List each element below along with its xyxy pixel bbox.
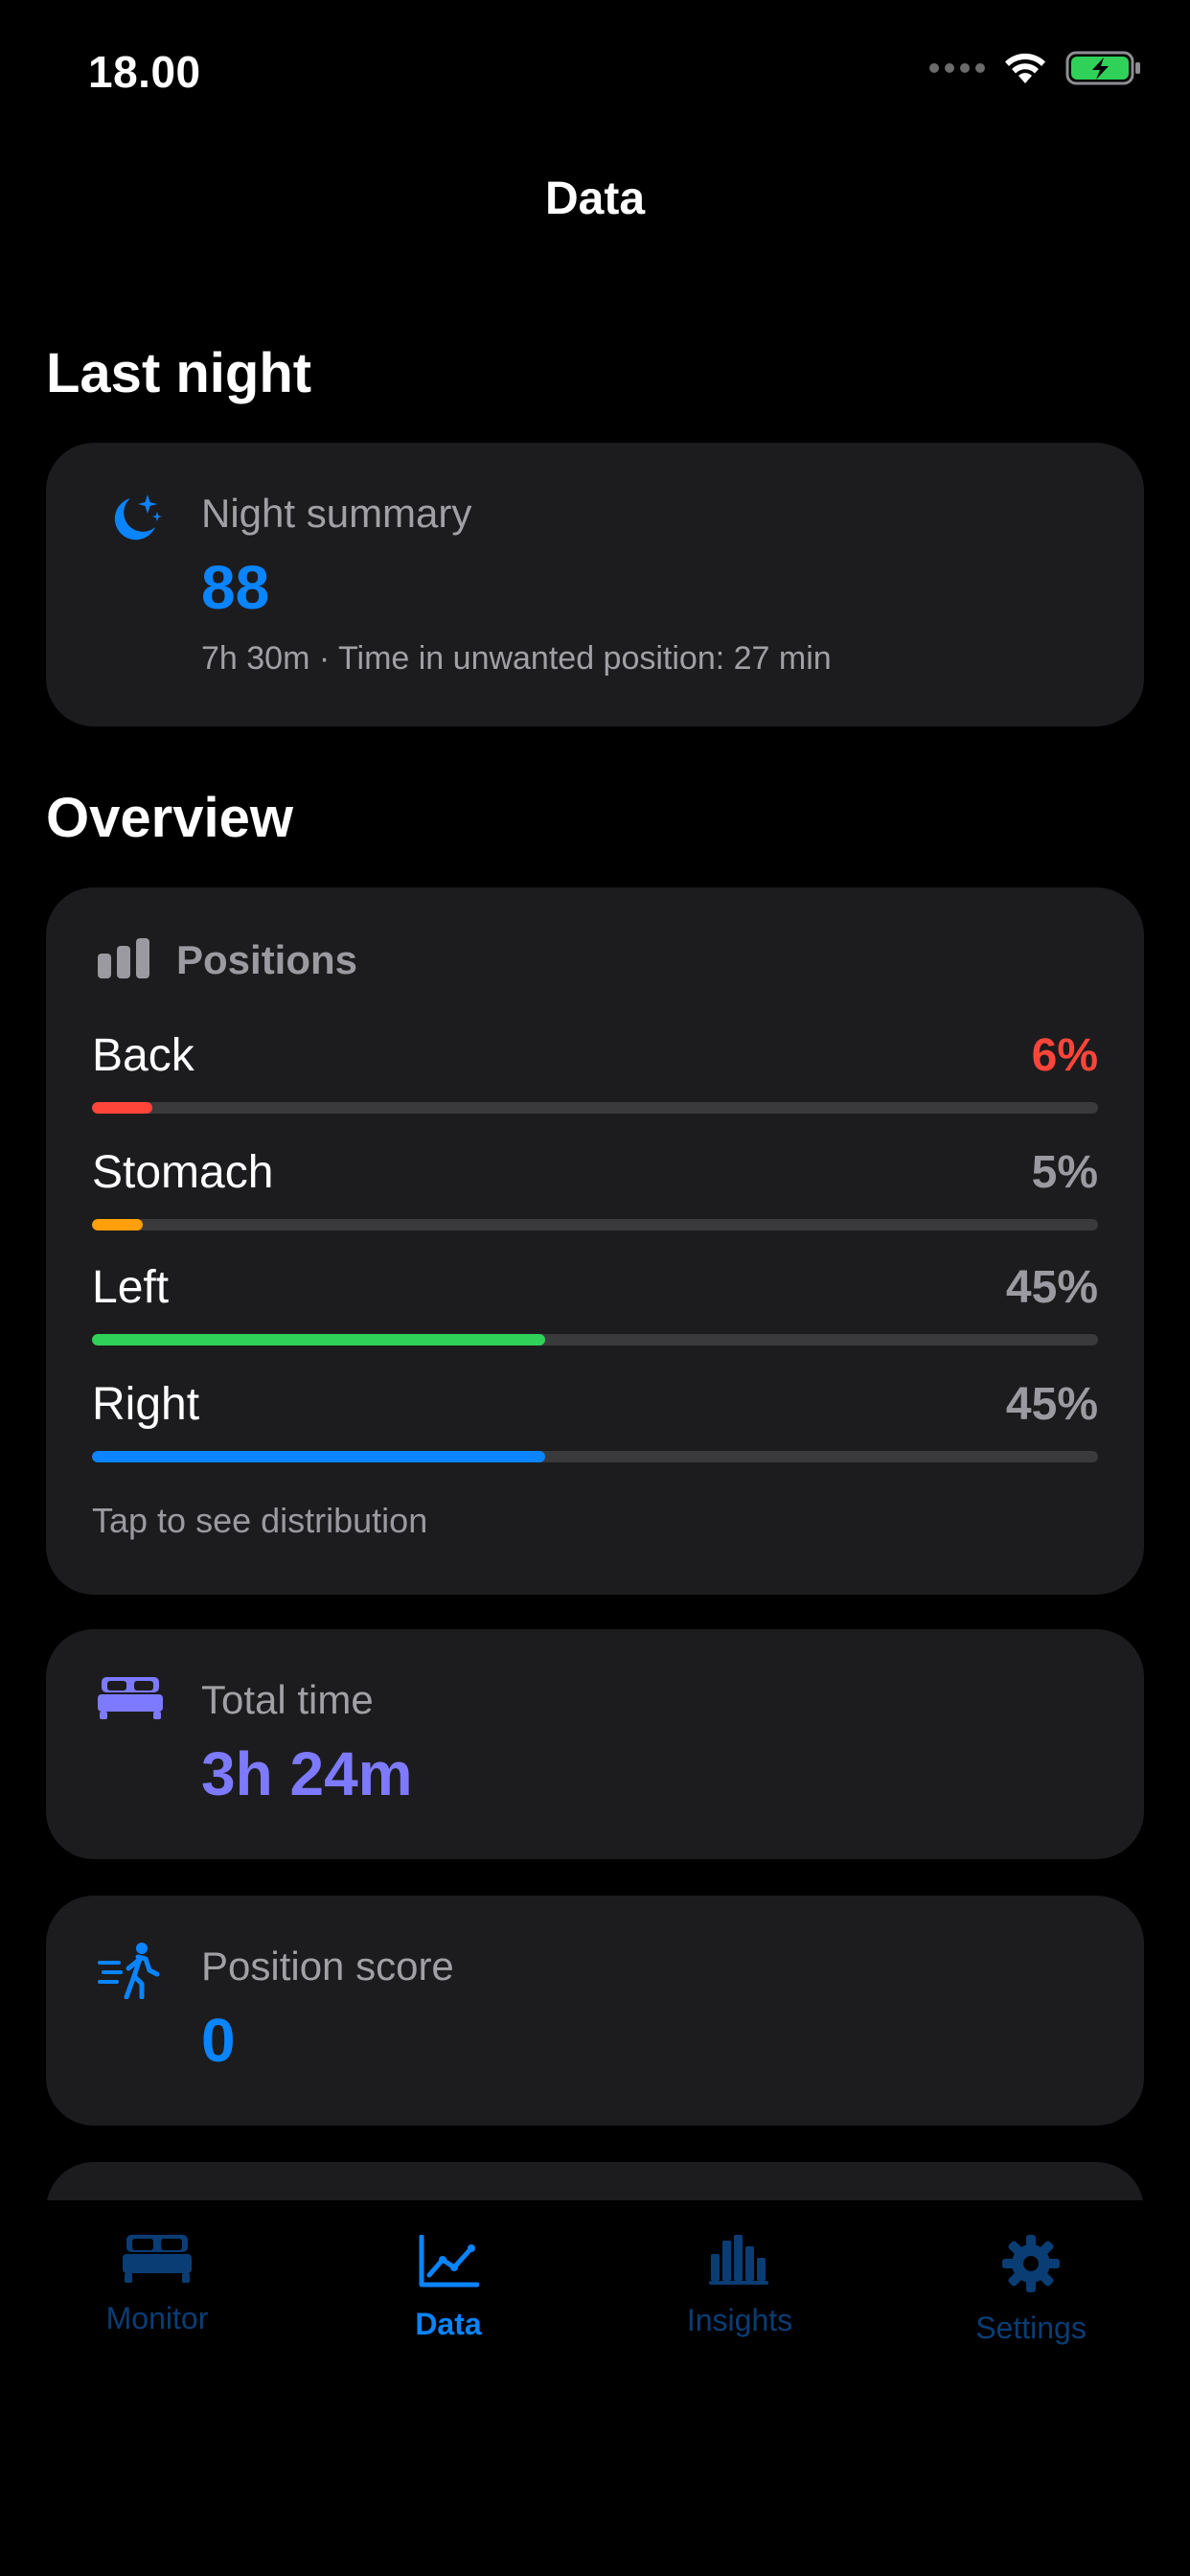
position-fill: [92, 1102, 152, 1114]
status-bar: 18.00: [0, 0, 1190, 144]
bed-icon: [123, 2235, 192, 2288]
position-track: [92, 1334, 1098, 1346]
status-indicators: [929, 50, 1142, 86]
position-percent: 45%: [1005, 1379, 1098, 1430]
night-summary-card[interactable]: Night summary 88 7h 30m · Time in unwant…: [46, 443, 1144, 726]
night-summary-label: Night summary: [201, 491, 472, 536]
position-row-back: Back 6%: [92, 1029, 1098, 1135]
tab-monitor[interactable]: Monitor: [13, 2235, 301, 2336]
position-track: [92, 1219, 1098, 1230]
battery-charging-icon: [1065, 50, 1142, 86]
person-walking-icon: [98, 1942, 161, 2004]
position-row-left: Left 45%: [92, 1261, 1098, 1367]
position-row-stomach: Stomach 5%: [92, 1146, 1098, 1252]
position-score-card[interactable]: Position score 0: [46, 1896, 1144, 2126]
positions-card[interactable]: Positions Back 6% Stomach 5% Left 45% Ri…: [46, 887, 1144, 1595]
position-row-right: Right 45%: [92, 1378, 1098, 1484]
night-summary-detail: 7h 30m · Time in unwanted position: 27 m…: [201, 640, 832, 677]
page-title: Data: [544, 173, 646, 224]
tab-label: Settings: [975, 2311, 1087, 2345]
positions-header: Positions: [96, 937, 357, 983]
bar-chart-icon: [709, 2235, 770, 2289]
distribution-hint: Tap to see distribution: [92, 1501, 428, 1540]
total-time-value: 3h 24m: [201, 1739, 413, 1808]
tab-settings[interactable]: Settings: [887, 2235, 1175, 2346]
moon-stars-icon: [105, 491, 163, 553]
section-heading-overview: Overview: [46, 787, 293, 849]
position-percent: 45%: [1005, 1262, 1098, 1313]
tab-bar: Monitor Data Insights Settings: [0, 2200, 1190, 2576]
gear-icon: [1002, 2235, 1060, 2297]
tab-insights[interactable]: Insights: [596, 2235, 883, 2338]
position-name: Stomach: [92, 1147, 274, 1198]
total-time-label: Total time: [201, 1677, 374, 1722]
position-fill: [92, 1334, 545, 1346]
position-fill: [92, 1451, 545, 1462]
line-chart-icon: [418, 2234, 480, 2293]
position-name: Left: [92, 1262, 170, 1313]
section-heading-last-night: Last night: [46, 342, 312, 404]
position-percent: 5%: [1031, 1147, 1098, 1198]
tab-label: Data: [415, 2307, 482, 2341]
position-name: Right: [92, 1379, 200, 1430]
position-name: Back: [92, 1030, 195, 1081]
position-score-value: 0: [201, 2006, 236, 2075]
position-track: [92, 1451, 1098, 1462]
position-fill: [92, 1219, 143, 1230]
night-summary-score: 88: [201, 553, 270, 622]
tab-label: Insights: [686, 2303, 793, 2337]
bar-chart-icon: [96, 937, 153, 983]
total-time-card[interactable]: Total time 3h 24m: [46, 1629, 1144, 1859]
tab-label: Monitor: [105, 2301, 209, 2335]
position-score-label: Position score: [201, 1944, 454, 1989]
tab-data[interactable]: Data: [305, 2234, 592, 2342]
position-percent: 6%: [1031, 1030, 1098, 1081]
bed-icon: [98, 1677, 163, 1724]
position-track: [92, 1102, 1098, 1114]
status-time: 18.00: [88, 47, 201, 97]
wifi-icon: [1002, 51, 1048, 85]
positions-title: Positions: [176, 937, 358, 982]
cellular-signal-icon: [929, 63, 985, 73]
